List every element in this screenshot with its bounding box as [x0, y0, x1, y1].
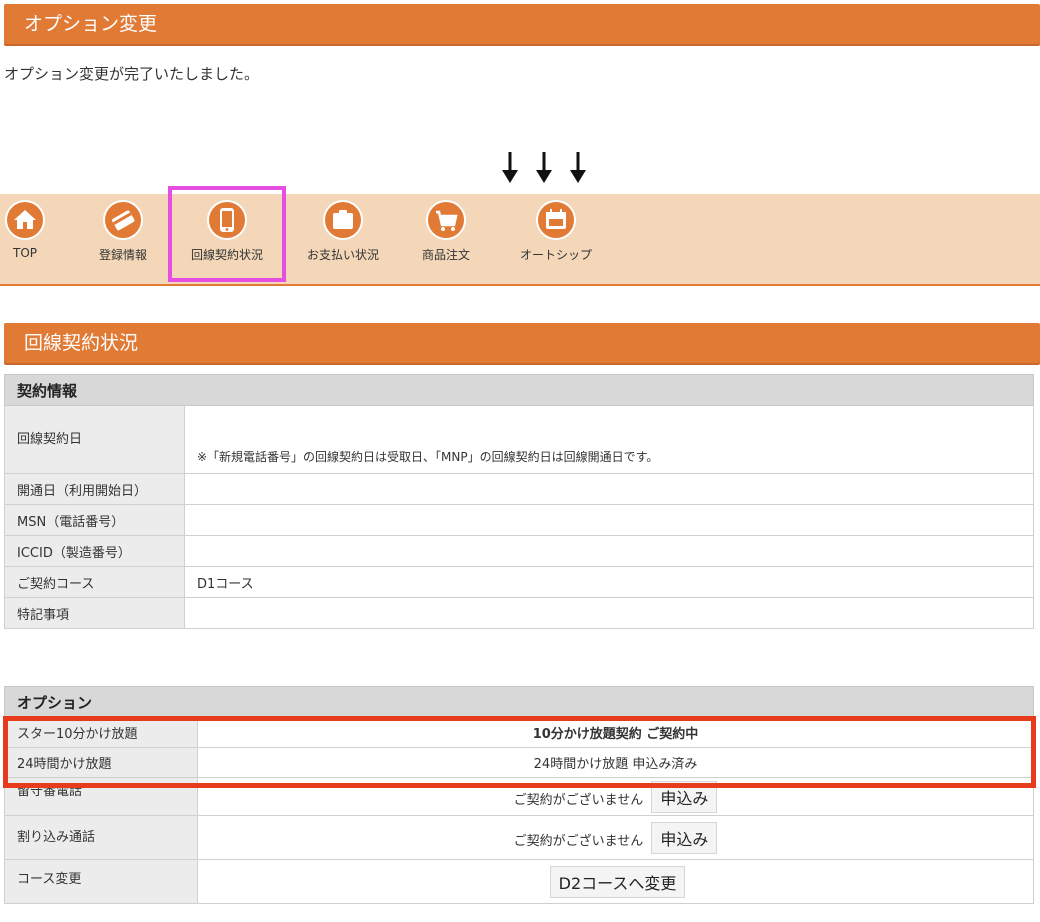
contract-info-table: 契約情報 回線契約日 ※「新規電話番号」の回線契約日は受取日、「MNP」の回線契… [4, 374, 1034, 629]
row-label: ご契約コース [4, 566, 185, 598]
section-title: 回線契約状況 [24, 332, 139, 354]
home-icon [5, 200, 45, 240]
table-row: 特記事項 [4, 597, 1034, 629]
down-arrow-icon [536, 152, 552, 183]
card-icon [103, 200, 143, 240]
nav-item-order[interactable]: 商品注文 [414, 194, 478, 282]
status-text: ご契約がございません [513, 792, 644, 808]
nav-item-line-contract[interactable]: 回線契約状況 [180, 194, 274, 282]
options-table: オプション スター10分かけ放題 10分かけ放題契約 ご契約中 24時間かけ放題… [4, 686, 1034, 904]
row-value: ご契約がございません 申込み [197, 777, 1034, 816]
nav-label: お支払い状況 [306, 248, 379, 262]
row-value [184, 535, 1034, 567]
nav-item-autoship[interactable]: オートシップ [510, 194, 602, 282]
annotation-arrows [498, 150, 598, 184]
row-label: 回線契約日 [4, 405, 185, 474]
table-row: スター10分かけ放題 10分かけ放題契約 ご契約中 [4, 717, 1034, 748]
apply-call-waiting-button[interactable]: 申込み [651, 821, 718, 854]
status-text: 10分かけ放題契約 ご契約中 [197, 717, 1034, 748]
row-label: 開通日（利用開始日） [4, 473, 185, 505]
change-course-button[interactable]: D2コースへ変更 [549, 865, 686, 898]
calendar-icon [536, 200, 576, 240]
nav-label: 回線契約状況 [190, 248, 263, 262]
row-label: 特記事項 [4, 597, 185, 629]
table-row: コース変更 D2コースへ変更 [4, 859, 1034, 904]
down-arrow-icon [570, 152, 586, 183]
smartphone-icon [207, 200, 247, 240]
table-row: MSN（電話番号） [4, 504, 1034, 536]
table-row: 24時間かけ放題 24時間かけ放題 申込み済み [4, 747, 1034, 778]
row-value: ※「新規電話番号」の回線契約日は受取日、「MNP」の回線契約日は回線開通日です。 [184, 405, 1034, 474]
status-text: ご契約がございません [513, 833, 644, 849]
row-label: 留守番電話 [4, 777, 198, 816]
section-header-line-contract: 回線契約状況 [4, 323, 1040, 363]
row-label: ICCID（製造番号） [4, 535, 185, 567]
nav-label: TOP [12, 246, 37, 260]
table-row: 開通日（利用開始日） [4, 473, 1034, 505]
apply-answering-machine-button[interactable]: 申込み [651, 780, 718, 813]
row-value [184, 504, 1034, 536]
row-value [184, 473, 1034, 505]
row-label: 割り込み通話 [4, 815, 198, 860]
nav-item-registration[interactable]: 登録情報 [92, 194, 154, 282]
main-nav: TOP 登録情報 回線契約状況 お支払い状況 商品注文 オートシップ [0, 194, 1040, 286]
nav-label: 登録情報 [98, 248, 147, 262]
nav-item-top[interactable]: TOP [2, 194, 48, 282]
page-header: オプション変更 [4, 4, 1040, 44]
table-title: 契約情報 [4, 374, 1034, 406]
table-row: ご契約コース D1コース [4, 566, 1034, 598]
nav-label: 商品注文 [421, 248, 470, 262]
table-row: 留守番電話 ご契約がございません 申込み [4, 777, 1034, 816]
table-row: ICCID（製造番号） [4, 535, 1034, 567]
row-label: コース変更 [4, 859, 198, 904]
row-label: 24時間かけ放題 [4, 747, 198, 778]
nav-item-payment[interactable]: お支払い状況 [300, 194, 386, 282]
wallet-icon [323, 200, 363, 240]
completion-message: オプション変更が完了いたしました。 [4, 65, 260, 83]
page-title: オプション変更 [24, 13, 158, 35]
row-value: D2コースへ変更 [197, 859, 1034, 904]
table-title: オプション [4, 686, 1034, 718]
row-label: スター10分かけ放題 [4, 717, 198, 748]
row-label: MSN（電話番号） [4, 504, 185, 536]
table-row: 割り込み通話 ご契約がございません 申込み [4, 815, 1034, 860]
row-value [184, 597, 1034, 629]
row-value: D1コース [184, 566, 1034, 598]
status-text: 24時間かけ放題 申込み済み [197, 747, 1034, 778]
down-arrow-icon [502, 152, 518, 183]
cart-icon [426, 200, 466, 240]
nav-label: オートシップ [519, 248, 592, 262]
row-value: ご契約がございません 申込み [197, 815, 1034, 860]
